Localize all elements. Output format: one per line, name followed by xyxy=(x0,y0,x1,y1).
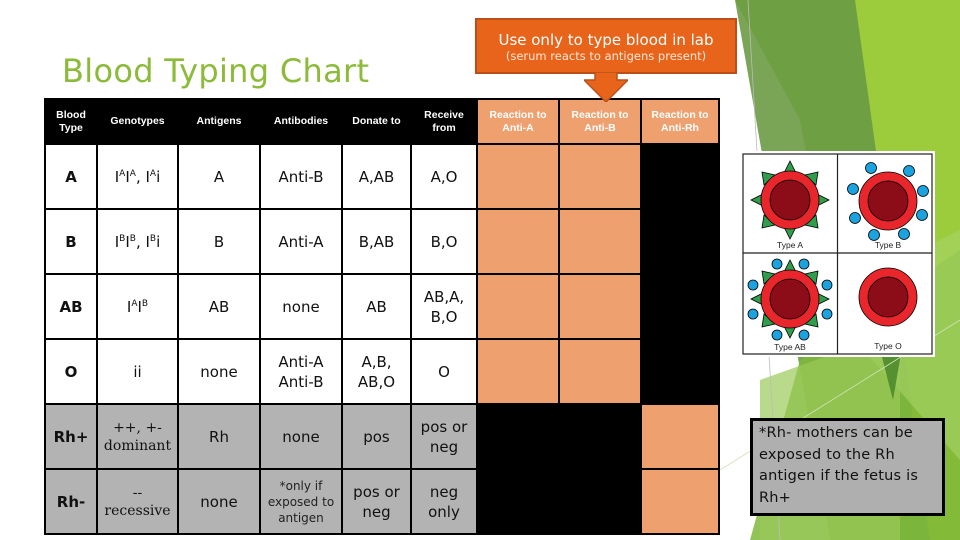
genotype-cell: -- recessive xyxy=(96,468,179,535)
table-row: AB IAIB AB none AB AB,A, B,O xyxy=(44,273,720,340)
blood-typing-table: Blood Type Genotypes Antigens Antibodies… xyxy=(44,98,720,535)
lab-use-callout: Use only to type blood in lab (serum rea… xyxy=(475,18,737,74)
reaction-anti-a-cell xyxy=(476,273,560,340)
reaction-anti-rh-cell xyxy=(640,403,720,470)
receive-cell: AB,A, B,O xyxy=(410,273,478,340)
header-donate-to: Donate to xyxy=(341,98,412,145)
reaction-anti-rh-cell-blocked xyxy=(640,208,720,275)
svg-text:Type O: Type O xyxy=(874,341,902,351)
header-genotypes: Genotypes xyxy=(96,98,179,145)
rh-footnote-box: *Rh- mothers can be exposed to the Rh an… xyxy=(750,418,945,516)
blood-cell-antigen-figure: Type A Type B Type AB Type O xyxy=(740,151,935,357)
donate-cell: AB xyxy=(341,273,412,340)
blood-type-cell: Rh- xyxy=(44,468,98,535)
reaction-anti-rh-cell-blocked xyxy=(640,338,720,405)
antibodies-cell: Anti-A xyxy=(259,208,343,275)
table-row: Rh- -- recessive none *only if exposed to… xyxy=(44,468,720,535)
page-title: Blood Typing Chart xyxy=(62,52,370,90)
reaction-anti-b-cell xyxy=(558,273,642,340)
blood-type-cell: O xyxy=(44,338,98,405)
svg-text:Type AB: Type AB xyxy=(774,342,806,352)
reaction-anti-b-cell xyxy=(558,208,642,275)
antibodies-cell: none xyxy=(259,403,343,470)
down-arrow-icon xyxy=(584,72,628,102)
reaction-anti-rh-cell xyxy=(640,468,720,535)
blood-type-cell: AB xyxy=(44,273,98,340)
antigens-cell: B xyxy=(177,208,261,275)
header-receive-from: Receive from xyxy=(410,98,478,145)
reaction-anti-a-cell xyxy=(476,208,560,275)
reaction-anti-a-cell xyxy=(476,338,560,405)
reaction-anti-b-cell xyxy=(558,338,642,405)
genotype-cell: ii xyxy=(96,338,179,405)
genotype-cell: IAIA, IAi xyxy=(96,143,179,210)
blood-type-cell: B xyxy=(44,208,98,275)
svg-text:Type A: Type A xyxy=(777,240,803,250)
table-row: O ii none Anti-A Anti-B A,B, AB,O O xyxy=(44,338,720,405)
antigens-cell: none xyxy=(177,338,261,405)
genotype-cell: ++, +- dominant xyxy=(96,403,179,470)
receive-cell: neg only xyxy=(410,468,478,535)
receive-cell: O xyxy=(410,338,478,405)
callout-sub-text: (serum reacts to antigens present) xyxy=(505,49,707,63)
antibodies-cell: Anti-B xyxy=(259,143,343,210)
antibodies-cell: Anti-A Anti-B xyxy=(259,338,343,405)
table-header-row: Blood Type Genotypes Antigens Antibodies… xyxy=(44,98,720,145)
reaction-anti-a-cell-blocked xyxy=(476,468,560,535)
header-blood-type: Blood Type xyxy=(44,98,98,145)
header-reaction-anti-b: Reaction to Anti-B xyxy=(558,98,642,145)
reaction-anti-b-cell-blocked xyxy=(558,403,642,470)
table-row: A IAIA, IAi A Anti-B A,AB A,O xyxy=(44,143,720,210)
donate-cell: A,AB xyxy=(341,143,412,210)
donate-cell: pos or neg xyxy=(341,468,412,535)
blood-type-cell: Rh+ xyxy=(44,403,98,470)
antigens-cell: AB xyxy=(177,273,261,340)
callout-main-text: Use only to type blood in lab xyxy=(498,31,714,49)
reaction-anti-rh-cell-blocked xyxy=(640,143,720,210)
genotype-cell: IBIB, IBi xyxy=(96,208,179,275)
svg-text:Type B: Type B xyxy=(875,240,902,250)
antibodies-cell: *only if exposed to antigen xyxy=(259,468,343,535)
header-reaction-anti-a: Reaction to Anti-A xyxy=(476,98,560,145)
receive-cell: B,O xyxy=(410,208,478,275)
header-antibodies: Antibodies xyxy=(259,98,343,145)
antibodies-cell: none xyxy=(259,273,343,340)
antigens-cell: A xyxy=(177,143,261,210)
donate-cell: A,B, AB,O xyxy=(341,338,412,405)
genotype-cell: IAIB xyxy=(96,273,179,340)
antigens-cell: Rh xyxy=(177,403,261,470)
header-reaction-anti-rh: Reaction to Anti-Rh xyxy=(640,98,720,145)
reaction-anti-rh-cell-blocked xyxy=(640,273,720,340)
receive-cell: A,O xyxy=(410,143,478,210)
donate-cell: B,AB xyxy=(341,208,412,275)
header-antigens: Antigens xyxy=(177,98,261,145)
reaction-anti-a-cell xyxy=(476,143,560,210)
blood-type-cell: A xyxy=(44,143,98,210)
table-row: B IBIB, IBi B Anti-A B,AB B,O xyxy=(44,208,720,275)
reaction-anti-b-cell xyxy=(558,143,642,210)
reaction-anti-b-cell-blocked xyxy=(558,468,642,535)
donate-cell: pos xyxy=(341,403,412,470)
table-row: Rh+ ++, +- dominant Rh none pos pos or ne… xyxy=(44,403,720,470)
reaction-anti-a-cell-blocked xyxy=(476,403,560,470)
antigens-cell: none xyxy=(177,468,261,535)
receive-cell: pos or neg xyxy=(410,403,478,470)
